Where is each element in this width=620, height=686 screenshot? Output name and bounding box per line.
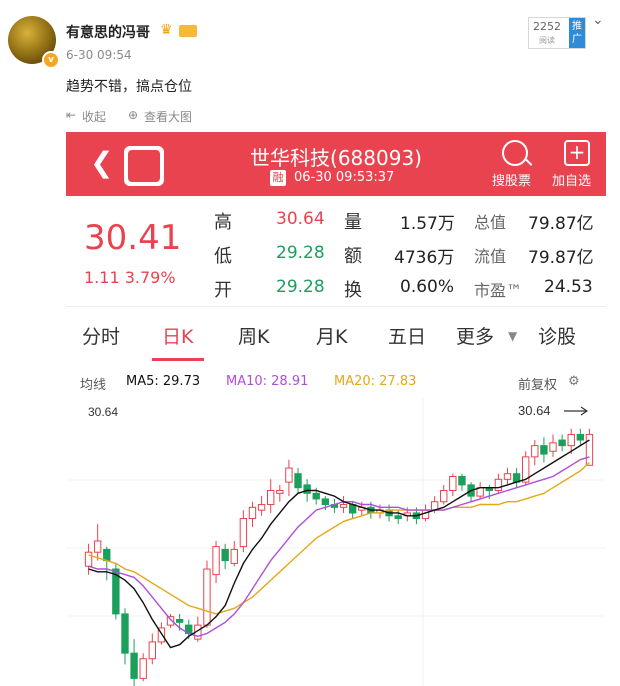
candle-body [93, 540, 102, 553]
quote-label: 量 [344, 212, 362, 233]
quote-label: 换 [344, 280, 362, 301]
candle-body [458, 475, 466, 486]
high-price-label: 30.64 [88, 405, 118, 419]
tab-more[interactable]: 更多 [456, 322, 494, 349]
quote-time: 06-30 09:53:37 [294, 170, 395, 185]
tab-monthly-k[interactable]: 月K [316, 322, 347, 349]
author-name[interactable]: 有意思的冯哥 [66, 22, 150, 42]
adjust-button[interactable]: 前复权 [518, 374, 557, 393]
triangle-down-icon[interactable]: ▼ [508, 329, 517, 343]
candle-body [494, 478, 503, 492]
member-level-icon [179, 25, 197, 37]
price-change: 1.11 3.79% [84, 268, 176, 287]
candle-body [139, 658, 147, 679]
candle-body [585, 433, 594, 466]
divider [66, 306, 606, 307]
collapse-button[interactable]: 收起 [82, 108, 106, 125]
crown-icon: ♛ [160, 22, 173, 38]
view-large-image-button[interactable]: 查看大图 [144, 108, 192, 125]
candle-body [540, 445, 548, 455]
candle-body [440, 490, 448, 503]
kline-chart: 30.64 30.64 [66, 398, 606, 686]
quote-value: 24.53 [544, 277, 593, 297]
ma20-label: MA20: 27.83 [334, 374, 417, 389]
quote-value: 29.28 [276, 277, 325, 297]
read-count-label: 阅读 [539, 36, 555, 45]
read-count: 2252 [533, 20, 561, 33]
quote-value: 79.87亿 [528, 248, 594, 268]
tab-diagnose[interactable]: 诊股 [538, 322, 576, 349]
candle-body [321, 498, 330, 506]
stock-screenshot: ❮ 世华科技(688093) 融 06-30 09:53:37 搜股票 + 加自… [66, 132, 606, 686]
search-stock-button[interactable]: 搜股票 [492, 170, 531, 189]
gear-icon[interactable]: ⚙ [568, 374, 580, 389]
post-time: 6-30 09:54 [66, 48, 132, 62]
quote-label: 低 [214, 246, 232, 267]
candle-body [267, 490, 275, 506]
candle-body [221, 548, 229, 562]
candle-body [130, 652, 138, 679]
quote-label: 流值 [474, 247, 507, 266]
ma5-label: MA5: 29.73 [126, 374, 201, 389]
quote-label: 高 [214, 212, 232, 233]
candle-body [148, 641, 156, 660]
last-price-label: 30.64 [518, 403, 551, 418]
candle-body [394, 515, 402, 520]
candle-body [567, 433, 575, 447]
tab-daily-k[interactable]: 日K [162, 322, 193, 349]
candle-body [175, 619, 184, 623]
candle-body [248, 506, 257, 520]
quote-label: 额 [344, 246, 362, 267]
candle-body [312, 492, 320, 500]
read-count-card[interactable]: 2252 阅读 推广 [528, 17, 586, 49]
tab-five-day[interactable]: 五日 [388, 322, 426, 349]
quote-label: 开 [214, 280, 232, 301]
candle-body [212, 546, 220, 576]
candle-body [257, 504, 266, 511]
candle-body [421, 509, 430, 520]
candle-body [294, 473, 302, 489]
chevron-down-icon[interactable]: ⌄ [592, 12, 604, 28]
ma-title: 均线 [80, 378, 107, 393]
tab-intraday[interactable]: 分时 [82, 322, 120, 349]
candle-body [576, 433, 585, 441]
candle-body [230, 548, 238, 564]
quote-label: 市盈™ [474, 281, 523, 300]
margin-badge: 融 [270, 170, 286, 186]
candle-body [276, 490, 284, 494]
promo-button[interactable]: 推广 [569, 18, 585, 48]
candle-body [549, 442, 557, 452]
quote-value: 79.87亿 [528, 214, 594, 234]
zoom-icon[interactable]: ⊕ [128, 108, 138, 122]
quote-value: 0.60% [400, 277, 455, 297]
tab-weekly-k[interactable]: 周K [238, 322, 269, 349]
quote-label: 总值 [474, 213, 507, 232]
candle-body [121, 613, 129, 654]
candle-body [239, 518, 248, 548]
collapse-icon[interactable]: ⇤ [66, 108, 76, 122]
quote-value: 29.28 [276, 243, 325, 263]
candle-body [84, 551, 93, 567]
candle-body [558, 439, 566, 447]
candle-body [503, 473, 512, 480]
post-text: 趋势不错，搞点仓位 [66, 79, 192, 95]
quote-value: 1.57万 [400, 214, 455, 234]
current-price: 30.41 [84, 218, 182, 258]
verified-badge-icon: v [42, 51, 60, 69]
candle-body [531, 445, 539, 458]
candle-body [203, 568, 211, 626]
candle-body [339, 504, 348, 508]
search-icon[interactable] [502, 140, 528, 166]
candle-body [449, 475, 457, 492]
candle-body [103, 548, 111, 562]
quote-value: 4736万 [394, 248, 455, 268]
quote-value: 30.64 [276, 209, 325, 229]
ma10-label: MA10: 28.91 [226, 374, 309, 389]
add-watchlist-button[interactable]: 加自选 [552, 170, 591, 189]
candle-body [285, 467, 293, 483]
add-icon[interactable]: + [564, 140, 590, 166]
candle-body [303, 484, 311, 494]
active-tab-underline [152, 358, 204, 361]
